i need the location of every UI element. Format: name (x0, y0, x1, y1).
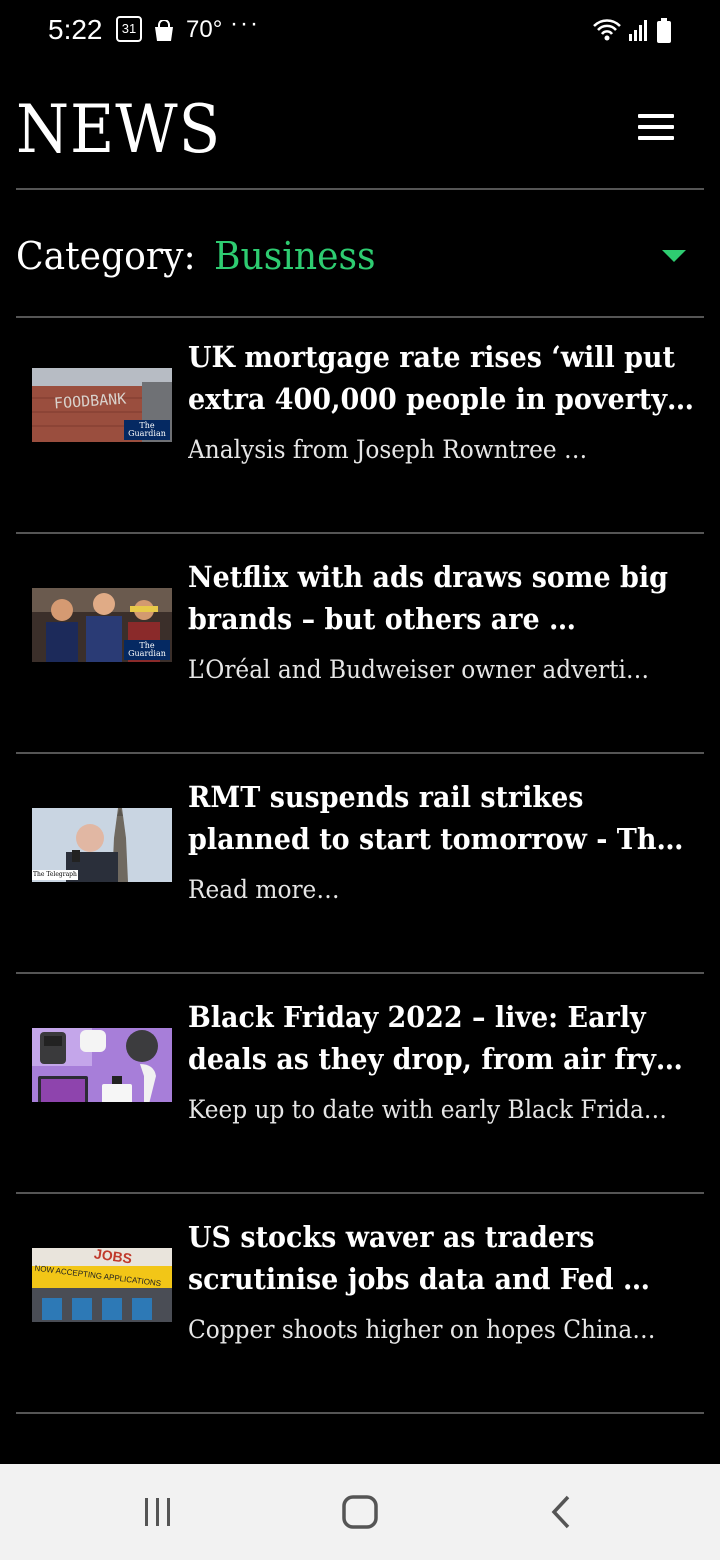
calendar-icon: 31 (116, 16, 142, 42)
article-divider (16, 752, 704, 754)
headline-line: extra 400,000 people in poverty… (188, 382, 695, 416)
source-badge: The Guardian (128, 421, 166, 438)
article-headline: RMT suspends rail strikes planned to sta… (188, 776, 700, 860)
headline-line: scrutinise jobs data and Fed … (188, 1262, 650, 1296)
headline-line: UK mortgage rate rises ‘will put (188, 340, 676, 374)
dropdown-arrow-icon[interactable] (650, 236, 698, 276)
article-headline: Black Friday 2022 – live: Early deals as… (188, 996, 700, 1080)
app-title: NEWS (16, 91, 222, 168)
back-icon[interactable] (532, 1488, 592, 1536)
category-label: Category: (16, 234, 196, 278)
headline-line: planned to start tomorrow - Th… (188, 822, 684, 856)
article-snippet: Analysis from Joseph Rowntree … (188, 435, 588, 464)
system-nav-bar (0, 1464, 720, 1560)
source-badge: The Telegraph (33, 871, 77, 878)
article-thumbnail (32, 1028, 172, 1102)
article-item[interactable]: The Telegraph RMT suspends rail strikes … (16, 756, 704, 974)
article-snippet: L’Oréal and Budweiser owner adverti… (188, 655, 650, 684)
headline-line: US stocks waver as traders (188, 1220, 595, 1254)
battery-icon (657, 18, 671, 43)
status-bar: 5:22 31 70° ··· (0, 0, 720, 64)
article-headline: US stocks waver as traders scrutinise jo… (188, 1216, 700, 1300)
recent-apps-icon[interactable] (128, 1488, 188, 1536)
article-divider (16, 1412, 704, 1414)
status-time: 5:22 (48, 14, 103, 45)
article-thumbnail: FOODBANK The Guardian (32, 368, 172, 442)
headline-line: RMT suspends rail strikes (188, 780, 584, 814)
headline-line: Netflix with ads draws some big (188, 560, 668, 594)
article-divider (16, 1192, 704, 1194)
wifi-icon (593, 19, 621, 41)
temperature: 70° (186, 16, 223, 43)
article-item[interactable]: JOBS NOW ACCEPTING APPLICATIONS US stock… (16, 1196, 704, 1414)
article-snippet: Keep up to date with early Black Frida… (188, 1095, 668, 1124)
article-headline: Netflix with ads draws some big brands –… (188, 556, 700, 640)
article-thumbnail: The Telegraph (32, 808, 172, 882)
home-icon[interactable] (330, 1488, 390, 1536)
article-snippet: Read more… (188, 875, 340, 904)
shopping-bag-icon (155, 20, 173, 41)
article-snippet: Copper shoots higher on hopes China… (188, 1315, 656, 1344)
headline-line: brands – but others are … (188, 602, 576, 636)
article-item[interactable]: The Guardian Netflix with ads draws some… (16, 536, 704, 754)
header-divider (16, 188, 704, 190)
hamburger-menu-icon (638, 114, 674, 118)
headline-line: Black Friday 2022 – live: Early (188, 1000, 646, 1034)
signal-icon (629, 20, 647, 41)
source-badge: The Guardian (128, 641, 166, 658)
article-item[interactable]: FOODBANK The Guardian UK mortgage rate r… (16, 316, 704, 534)
article-headline: UK mortgage rate rises ‘will put extra 4… (188, 336, 700, 420)
article-item[interactable]: Black Friday 2022 – live: Early deals as… (16, 976, 704, 1194)
category-value[interactable]: Business (214, 232, 376, 280)
article-divider (16, 532, 704, 534)
article-thumbnail: The Guardian (32, 588, 172, 662)
more-notifications-icon: ··· (230, 10, 260, 37)
headline-line: deals as they drop, from air frye… (188, 1042, 700, 1076)
article-divider (16, 972, 704, 974)
menu-button[interactable] (632, 108, 680, 148)
article-thumbnail: JOBS NOW ACCEPTING APPLICATIONS (32, 1248, 172, 1322)
